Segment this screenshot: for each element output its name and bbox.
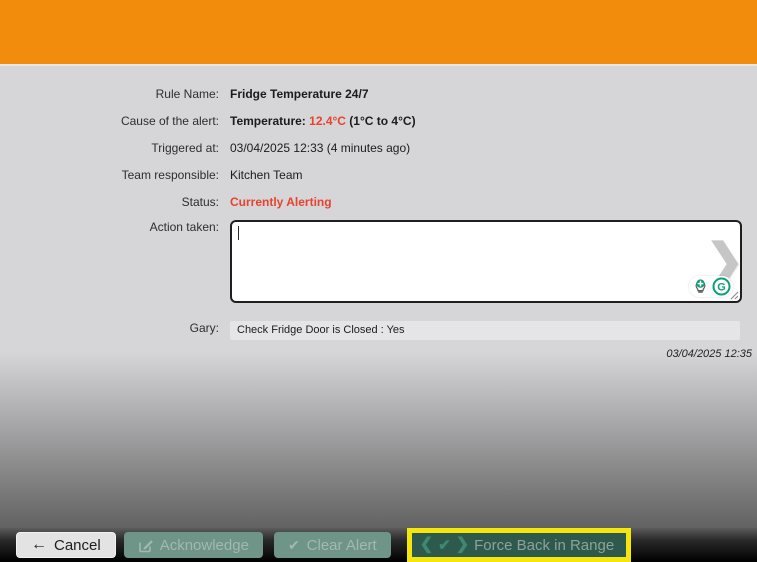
action-taken-textarea[interactable]: ❯ G bbox=[230, 220, 742, 303]
alert-detail-window: Rule Name: Fridge Temperature 24/7 Cause… bbox=[0, 0, 757, 562]
check-icon: ✔ bbox=[288, 538, 300, 552]
acknowledge-button-label: Acknowledge bbox=[160, 537, 249, 554]
acknowledge-button[interactable]: Acknowledge bbox=[124, 532, 263, 558]
cancel-button-label: Cancel bbox=[54, 537, 101, 554]
rule-name-value: Fridge Temperature 24/7 bbox=[230, 87, 757, 101]
team-label: Team responsible: bbox=[0, 168, 230, 182]
clear-alert-button-label: Clear Alert bbox=[307, 537, 377, 554]
rule-name-label: Rule Name: bbox=[0, 87, 230, 101]
chevron-right-icon: ❯ bbox=[456, 537, 469, 553]
header-banner bbox=[0, 0, 757, 66]
text-cursor bbox=[238, 226, 239, 240]
triggered-label: Triggered at: bbox=[0, 141, 230, 155]
cause-temperature: 12.4°C bbox=[309, 114, 346, 128]
alert-detail-form: Rule Name: Fridge Temperature 24/7 Cause… bbox=[0, 66, 757, 528]
check-icon: ✔ bbox=[438, 538, 451, 553]
annotation-highlight-box: ❮ ✔ ❯ Force Back in Range bbox=[407, 528, 631, 562]
action-taken-row: Action taken: ❯ bbox=[0, 215, 757, 309]
svg-text:G: G bbox=[717, 281, 726, 293]
triggered-row: Triggered at: 03/04/2025 12:33 (4 minute… bbox=[0, 134, 757, 161]
edit-icon bbox=[138, 538, 153, 553]
gary-note-input[interactable]: Check Fridge Door is Closed : Yes bbox=[230, 321, 740, 340]
force-back-in-range-label: Force Back in Range bbox=[474, 537, 614, 554]
cancel-button[interactable]: ← Cancel bbox=[16, 532, 116, 558]
cause-value: Temperature: 12.4°C (1°C to 4°C) bbox=[230, 114, 757, 128]
status-value: Currently Alerting bbox=[230, 195, 757, 209]
cause-prefix: Temperature: bbox=[230, 114, 309, 128]
team-value: Kitchen Team bbox=[230, 168, 757, 182]
rule-name-row: Rule Name: Fridge Temperature 24/7 bbox=[0, 80, 757, 107]
status-row: Status: Currently Alerting bbox=[0, 188, 757, 215]
resize-handle[interactable] bbox=[730, 291, 739, 300]
triggered-value: 03/04/2025 12:33 (4 minutes ago) bbox=[230, 141, 757, 155]
cause-row: Cause of the alert: Temperature: 12.4°C … bbox=[0, 107, 757, 134]
cause-label: Cause of the alert: bbox=[0, 114, 230, 128]
cause-range: (1°C to 4°C) bbox=[346, 114, 416, 128]
status-label: Status: bbox=[0, 195, 230, 209]
clear-alert-button[interactable]: ✔ Clear Alert bbox=[274, 532, 391, 558]
chevron-left-icon: ❮ bbox=[420, 537, 433, 553]
footer-action-bar: ← Cancel Acknowledge ✔ Clear Alert ❮ ✔ ❯… bbox=[0, 528, 757, 562]
gary-note-row: Gary: Check Fridge Door is Closed : Yes bbox=[0, 309, 757, 346]
arrow-left-icon: ← bbox=[31, 537, 47, 553]
action-taken-label: Action taken: bbox=[0, 220, 230, 234]
suggestion-bulb-icon[interactable] bbox=[691, 277, 710, 296]
gary-label: Gary: bbox=[0, 321, 230, 335]
force-back-in-range-button[interactable]: ❮ ✔ ❯ Force Back in Range bbox=[412, 533, 626, 557]
writing-assistant-pill: G bbox=[689, 276, 733, 297]
note-timestamp: 03/04/2025 12:35 bbox=[0, 348, 757, 360]
grammarly-icon[interactable]: G bbox=[712, 277, 731, 296]
team-row: Team responsible: Kitchen Team bbox=[0, 161, 757, 188]
